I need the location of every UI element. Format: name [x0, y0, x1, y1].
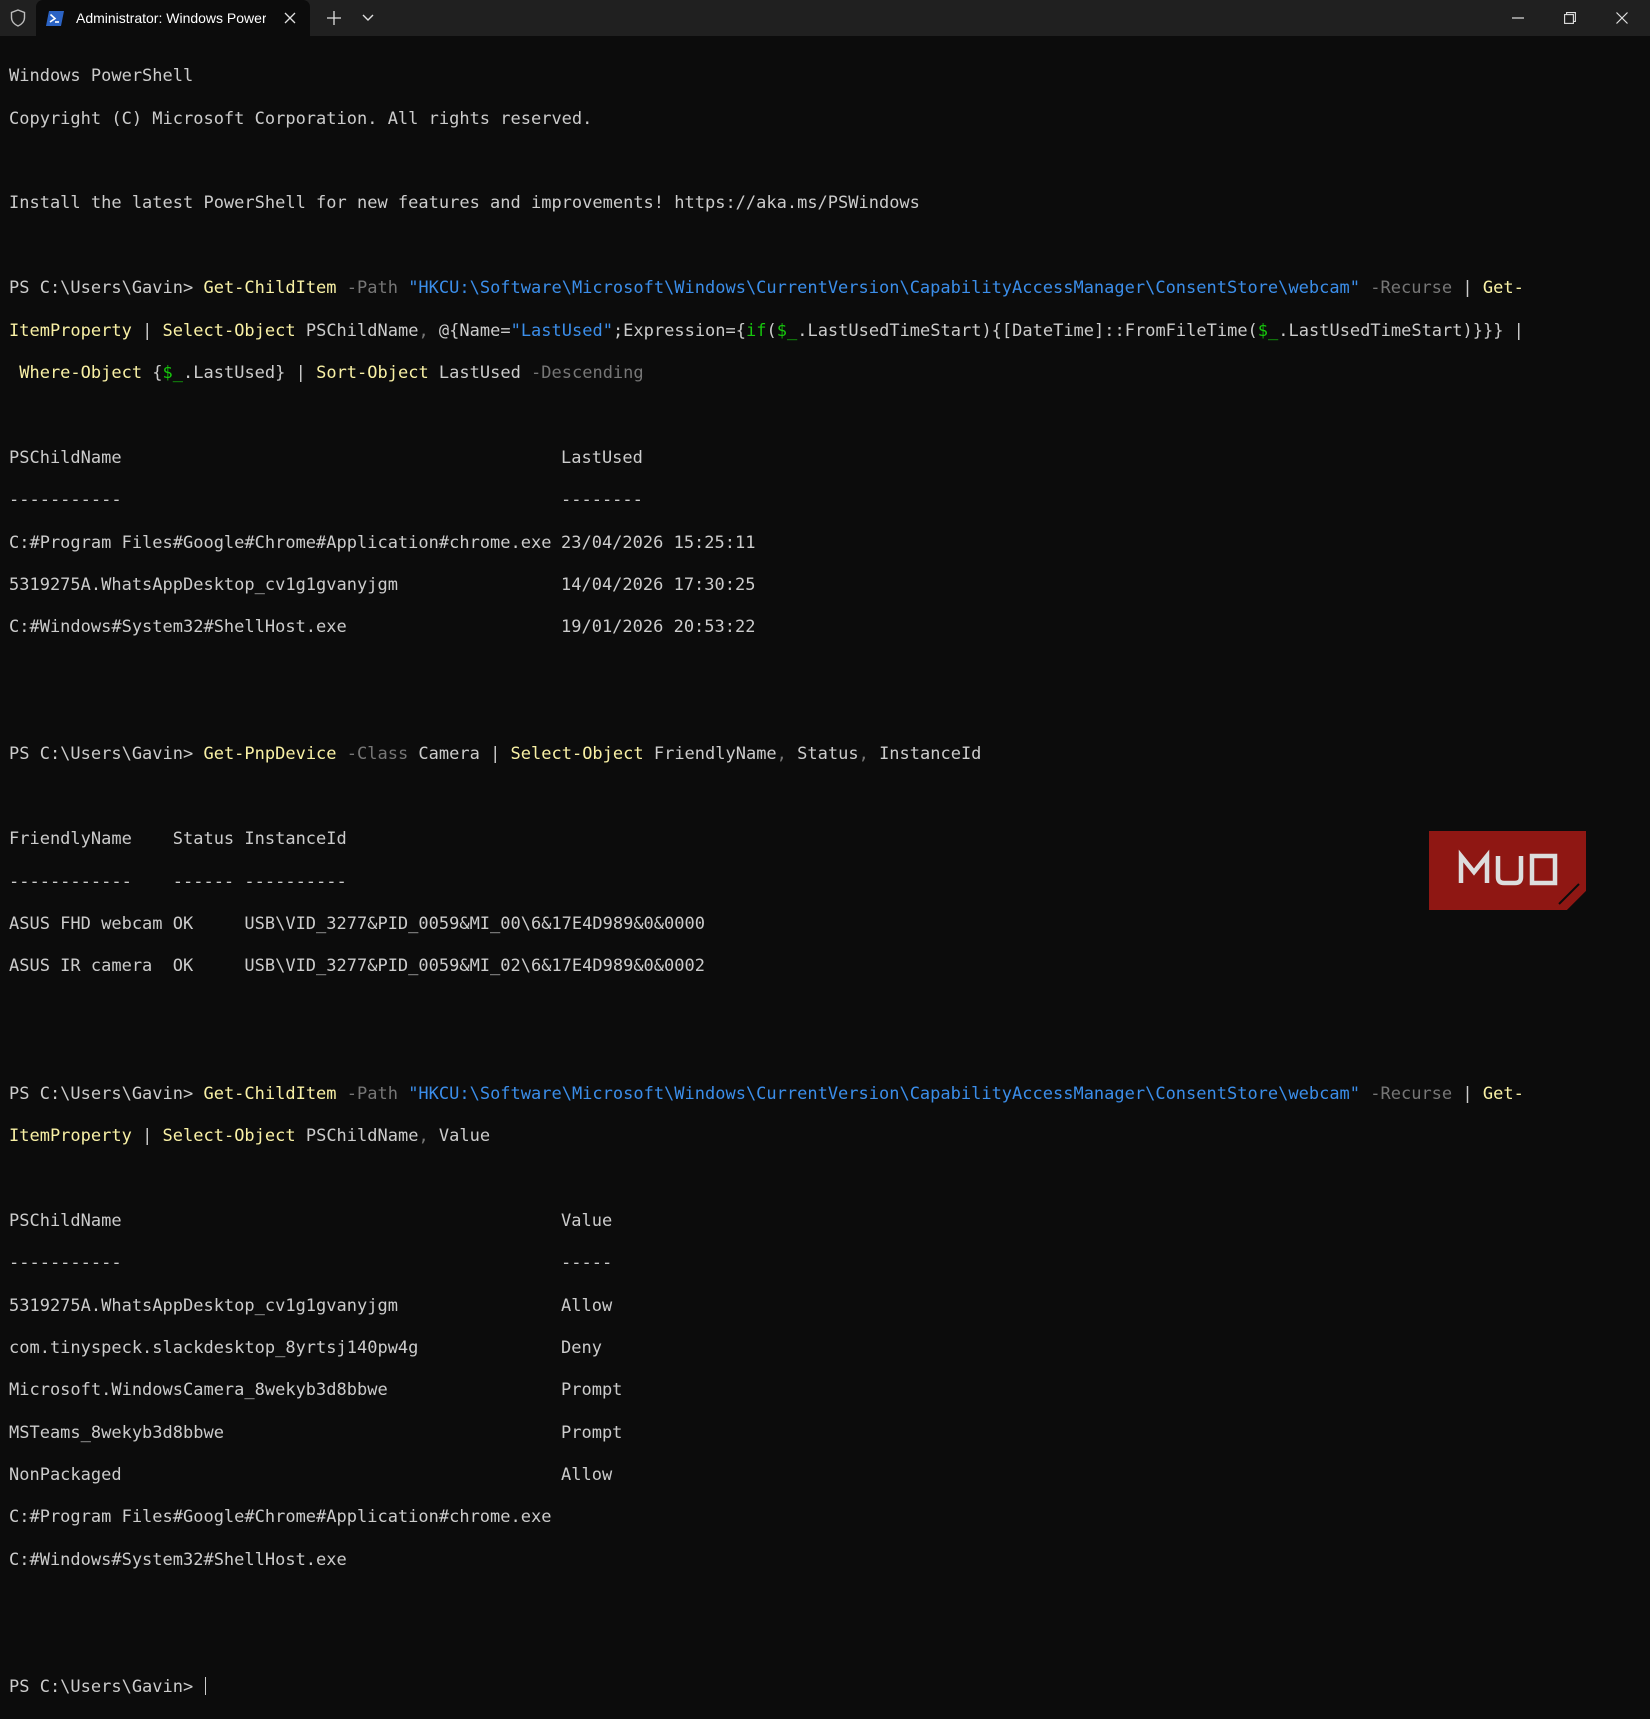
command-line: ItemProperty | Select-Object PSChildName… [9, 1126, 1650, 1147]
muo-watermark-logo [1429, 831, 1586, 910]
table-header: PSChildNameLastUsed [9, 448, 1650, 469]
command-line: PS C:\Users\Gavin> Get-ChildItem -Path "… [9, 278, 1650, 299]
table-underline: ------------ ------ ---------- [9, 872, 1650, 893]
table-underline: ---------------- [9, 1253, 1650, 1274]
terminal-output[interactable]: Windows PowerShell Copyright (C) Microso… [9, 45, 1650, 976]
command-line: PS C:\Users\Gavin> Get-ChildItem -Path "… [9, 1084, 1650, 1105]
table-row: MSTeams_8wekyb3d8bbwePrompt [9, 1423, 1650, 1444]
table-row: C:#Program Files#Google#Chrome#Applicati… [9, 533, 1650, 554]
table-row: C:#Windows#System32#ShellHost.exe [9, 1550, 1650, 1571]
powershell-icon [46, 10, 64, 26]
maximize-icon[interactable] [1544, 0, 1596, 36]
table-row: ASUS FHD webcam OK USB\VID_3277&PID_0059… [9, 914, 1650, 935]
new-tab-plus-icon[interactable] [322, 8, 346, 28]
title-bar: Administrator: Windows PowerShell [0, 0, 1650, 36]
prompt: PS C:\Users\Gavin> [9, 278, 203, 298]
table-row: Microsoft.WindowsCamera_8wekyb3d8bbwePro… [9, 1380, 1650, 1401]
tab-title: Administrator: Windows PowerShell [76, 10, 266, 26]
table-header: FriendlyName Status InstanceId [9, 829, 1650, 850]
close-window-icon[interactable] [1596, 0, 1648, 36]
table-row: NonPackagedAllow [9, 1465, 1650, 1486]
terminal-line: Windows PowerShell [9, 66, 1650, 87]
text-cursor [205, 1677, 206, 1695]
command-line: PS C:\Users\Gavin> Get-PnpDevice -Class … [9, 744, 1650, 765]
table-row: com.tinyspeck.slackdesktop_8yrtsj140pw4g… [9, 1338, 1650, 1359]
table-row: ASUS IR camera OK USB\VID_3277&PID_0059&… [9, 956, 1650, 977]
prompt: PS C:\Users\Gavin> [9, 744, 203, 764]
table-row: C:#Windows#System32#ShellHost.exe19/01/2… [9, 617, 1650, 638]
tab-powershell[interactable]: Administrator: Windows PowerShell [36, 0, 310, 36]
shield-icon [8, 8, 28, 28]
command-line: Where-Object {$_.LastUsed} | Sort-Object… [9, 363, 1650, 384]
command-line: ItemProperty | Select-Object PSChildName… [9, 321, 1650, 342]
table-header: PSChildNameValue [9, 1211, 1650, 1232]
table-row: C:#Program Files#Google#Chrome#Applicati… [9, 1507, 1650, 1528]
terminal-line: Install the latest PowerShell for new fe… [9, 193, 1650, 214]
prompt: PS C:\Users\Gavin> [9, 1084, 203, 1104]
table-row: 5319275A.WhatsAppDesktop_cv1g1gvanyjgm14… [9, 575, 1650, 596]
chevron-down-icon[interactable] [358, 8, 378, 28]
table-underline: ------------------- [9, 490, 1650, 511]
minimize-icon[interactable] [1492, 0, 1544, 36]
terminal-line: Copyright (C) Microsoft Corporation. All… [9, 109, 1650, 130]
table-row: 5319275A.WhatsAppDesktop_cv1g1gvanyjgmAl… [9, 1296, 1650, 1317]
active-prompt-line[interactable]: PS C:\Users\Gavin> [9, 1677, 1650, 1698]
close-tab-icon[interactable] [280, 8, 300, 28]
prompt: PS C:\Users\Gavin> [9, 1677, 203, 1697]
